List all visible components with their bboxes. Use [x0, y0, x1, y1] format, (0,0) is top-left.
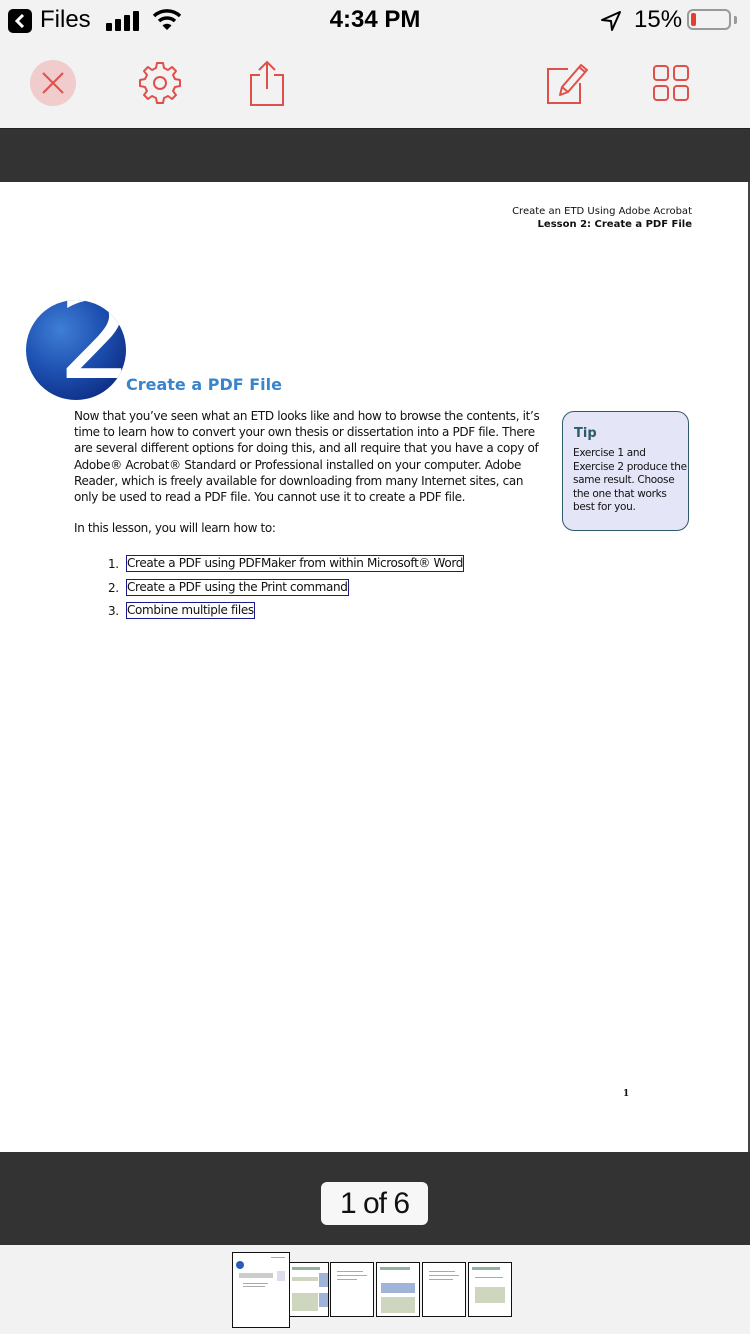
thumb-image — [381, 1283, 415, 1293]
thumb-image — [292, 1293, 318, 1311]
grid-icon — [653, 65, 689, 101]
thumb-image — [292, 1277, 318, 1281]
thumb-image — [319, 1273, 328, 1287]
body-paragraph: Now that you’ve seen what an ETD looks l… — [74, 409, 540, 505]
settings-button[interactable] — [135, 58, 185, 108]
step-number: 3. — [108, 604, 119, 618]
thumb-badge — [236, 1261, 244, 1269]
step-link-combine-files[interactable]: Combine multiple files — [126, 602, 255, 619]
thumb-line — [475, 1277, 503, 1278]
thumb-image — [319, 1293, 328, 1307]
thumb-line — [429, 1279, 453, 1280]
page-footer-number: 1 — [623, 1089, 630, 1099]
thumb-line — [472, 1267, 500, 1270]
running-header-lesson: Lesson 2: Create a PDF File — [537, 219, 692, 230]
running-header-title: Create an ETD Using Adobe Acrobat — [512, 206, 692, 217]
annotate-button[interactable] — [541, 58, 591, 108]
thumb-line — [337, 1275, 367, 1276]
battery-icon — [687, 9, 731, 30]
step-number: 1. — [108, 557, 119, 571]
page-indicator: 1 of 6 — [321, 1182, 428, 1225]
step-number: 2. — [108, 580, 119, 595]
gear-icon — [139, 62, 181, 104]
page-thumbnail-6[interactable] — [468, 1262, 512, 1317]
page-thumbnail-2[interactable] — [289, 1262, 329, 1317]
thumb-tip — [277, 1271, 285, 1281]
page-thumbnail-3[interactable] — [330, 1262, 374, 1317]
thumbnails-grid-button[interactable] — [646, 58, 696, 108]
status-bar: Files 4:34 PM 15% — [0, 0, 750, 40]
thumb-line — [337, 1279, 357, 1280]
thumb-line — [243, 1286, 265, 1287]
chapter-title: Create a PDF File — [126, 375, 282, 394]
thumb-image — [381, 1297, 415, 1313]
location-arrow-icon — [601, 11, 621, 31]
thumb-line — [243, 1283, 268, 1284]
thumb-image — [475, 1287, 505, 1303]
battery-percent: 15% — [634, 6, 683, 33]
thumb-line — [292, 1267, 320, 1270]
page-thumbnail-1-selected[interactable] — [232, 1252, 290, 1328]
tip-box: Tip Exercise 1 and Exercise 2 produce th… — [562, 411, 689, 531]
thumb-line — [380, 1267, 410, 1270]
thumb-line — [429, 1275, 459, 1276]
battery-tip — [734, 16, 737, 24]
share-button[interactable] — [242, 58, 292, 108]
tip-title: Tip — [574, 426, 597, 441]
pdf-page[interactable]: Create an ETD Using Adobe Acrobat Lesson… — [0, 182, 750, 1152]
step-link-print-command[interactable]: Create a PDF using the Print command — [126, 578, 349, 596]
thumb-line — [239, 1273, 273, 1278]
page-thumbnail-5[interactable] — [422, 1262, 466, 1317]
tip-text: Exercise 1 and Exercise 2 produce the sa… — [573, 447, 687, 513]
step-link-pdfmaker[interactable]: Create a PDF using PDFMaker from within … — [126, 555, 464, 572]
thumb-line — [429, 1271, 455, 1272]
chapter-number: 2 — [58, 300, 126, 400]
thumb-line — [337, 1271, 363, 1272]
edit-icon — [547, 64, 588, 104]
share-icon — [250, 60, 284, 106]
viewer-background-bottom: 1 of 6 — [0, 1152, 750, 1245]
close-button[interactable] — [30, 60, 76, 106]
lesson-intro: In this lesson, you will learn how to: — [74, 521, 276, 535]
chapter-number-badge: 2 — [26, 300, 126, 400]
page-thumbnail-4[interactable] — [376, 1262, 420, 1317]
viewer-toolbar — [0, 40, 750, 128]
close-icon — [42, 72, 64, 94]
thumbnail-strip — [0, 1245, 750, 1334]
viewer-background-top — [0, 128, 750, 183]
thumb-line — [271, 1257, 285, 1258]
battery-level — [691, 13, 696, 26]
